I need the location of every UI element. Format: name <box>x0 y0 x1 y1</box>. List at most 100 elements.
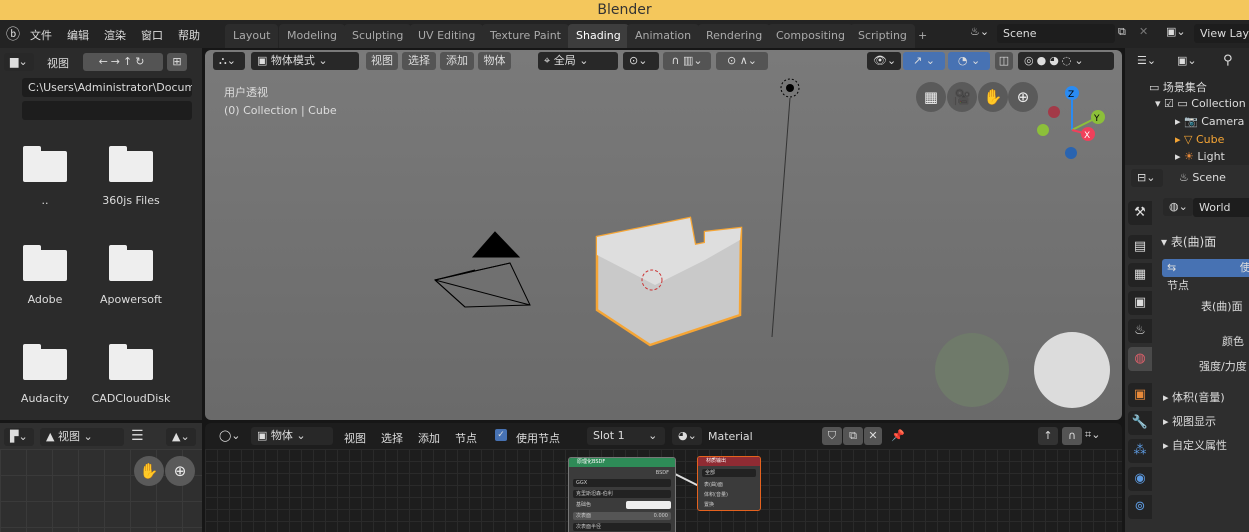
menu-select[interactable]: 选择 <box>402 52 436 70</box>
custom-properties-panel-header[interactable]: ▸ 自定义属性 <box>1163 437 1227 453</box>
menu-window[interactable]: 窗口 <box>141 27 163 43</box>
gizmo-z-label[interactable]: Z <box>1068 90 1074 100</box>
gizmo-toggle[interactable]: ↗ ⌄ <box>903 52 945 70</box>
folder-item[interactable]: Audacity <box>0 344 90 405</box>
outliner-item-light[interactable]: ▸ ☀ Light <box>1175 150 1225 163</box>
mode-dropdown[interactable]: ▣ 物体模式 ⌄ <box>251 52 359 70</box>
zoom-icon[interactable]: ⊕ <box>1008 82 1038 112</box>
base-color-swatch[interactable] <box>626 501 671 509</box>
folder-parent[interactable]: .. <box>0 146 90 207</box>
menu-object[interactable]: 物体 <box>478 52 511 70</box>
outliner-item-cube[interactable]: ▸ ▽ Cube <box>1175 133 1224 146</box>
distribution-dropdown[interactable]: GGX <box>573 479 671 487</box>
tab-modeling[interactable]: Modeling <box>279 24 346 48</box>
physics-tab-icon[interactable]: ◉ <box>1128 467 1152 491</box>
nav-buttons[interactable]: ←→↑↻ <box>83 53 163 71</box>
folder-item[interactable]: CADCloudDisk <box>86 344 176 405</box>
path-field[interactable]: C:\Users\Administrator\Docum.. <box>22 78 192 97</box>
add-workspace-button[interactable]: + <box>910 24 935 48</box>
pan-hand-icon[interactable]: ✋ <box>978 82 1008 112</box>
delete-scene-icon[interactable]: ✕ <box>1139 25 1148 38</box>
object-tab-icon[interactable]: ▣ <box>1128 383 1152 407</box>
menu-file[interactable]: 文件 <box>30 27 52 43</box>
subsurface-radius-dropdown[interactable]: 次表面半径 <box>573 523 671 531</box>
gizmo-y-label[interactable]: Y <box>1093 114 1100 124</box>
zoom-icon[interactable]: ⊕ <box>165 456 195 486</box>
principled-bsdf-node[interactable]: 原理化BSDF BSDF GGX 克里斯坦森-伯利 基础色 次表面 0.000 次… <box>568 457 676 532</box>
subsurface-method-dropdown[interactable]: 克里斯坦森-伯利 <box>573 490 671 498</box>
menu-view[interactable]: 视图 <box>366 52 398 70</box>
3d-viewport[interactable]: Z YX ⛬⌄ ▣ 物体模式 ⌄ 视图 选择 添加 物体 ⌖ 全局 ⌄ ⊙⌄ ∩ … <box>205 50 1122 420</box>
world-tab-icon[interactable]: ◍ <box>1128 347 1152 371</box>
world-browse-icon[interactable]: ◍⌄ <box>1163 198 1193 216</box>
surface-panel-header[interactable]: ▾ 表(曲)面 <box>1161 233 1216 250</box>
tool-tab-icon[interactable]: ⚒ <box>1128 201 1152 225</box>
folder-item[interactable]: 360js Files <box>86 146 176 207</box>
tab-compositing[interactable]: Compositing <box>768 24 853 48</box>
view-layer-tab-icon[interactable]: ▣ <box>1128 291 1152 315</box>
scene-icon[interactable]: ♨⌄ <box>970 25 989 38</box>
menu-help[interactable]: 帮助 <box>178 27 200 43</box>
menu-icon[interactable]: ☰ <box>131 428 144 444</box>
gizmo-x-label[interactable]: X <box>1084 131 1090 141</box>
display-mode-icon[interactable]: ▣⌄ <box>1171 52 1203 70</box>
pan-hand-icon[interactable]: ✋ <box>134 456 164 486</box>
ortho-toggle-icon[interactable]: ▦ <box>916 82 946 112</box>
volume-panel-header[interactable]: ▸ 体积(音量) <box>1163 389 1225 405</box>
base-color-row[interactable]: 基础色 <box>573 501 671 509</box>
new-scene-icon[interactable]: ⧉ <box>1118 25 1126 39</box>
editor-type-icon[interactable]: ⊟⌄ <box>1131 169 1163 187</box>
tab-rendering[interactable]: Rendering <box>698 24 771 48</box>
orientation-dropdown[interactable]: ⌖ 全局 ⌄ <box>538 52 618 70</box>
outliner-item-collection[interactable]: ▾ ☑ ▭ Collection <box>1155 97 1246 110</box>
editor-type-icon[interactable]: ☰⌄ <box>1131 52 1163 70</box>
snap-toggle[interactable]: ∩ ▥⌄ <box>663 52 711 70</box>
pivot-dropdown[interactable]: ⊙⌄ <box>623 52 659 70</box>
tab-sculpting[interactable]: Sculpting <box>344 24 412 48</box>
output-target-dropdown[interactable]: 全部 <box>702 469 756 477</box>
particles-tab-icon[interactable]: ⁂ <box>1128 439 1152 463</box>
viewport-display-panel-header[interactable]: ▸ 视图显示 <box>1163 413 1216 429</box>
shader-node-editor[interactable]: ◯⌄ ▣ 物体 ⌄ 视图 选择 添加 节点 ✓ 使用节点 Slot 1 ⌄ ◕⌄… <box>205 423 1122 532</box>
view-menu[interactable]: 视图 <box>47 55 69 71</box>
tab-shading[interactable]: Shading <box>568 24 629 48</box>
view-layer-icon[interactable]: ▣⌄ <box>1166 25 1186 38</box>
overlay-toggle[interactable]: ◔ ⌄ <box>948 52 990 70</box>
tab-uv-editing[interactable]: UV Editing <box>410 24 484 48</box>
material-output-node[interactable]: 材质输出 全部 表(曲)面 体积(音量) 置换 <box>697 456 761 511</box>
world-field[interactable]: World <box>1193 198 1249 217</box>
constraints-tab-icon[interactable]: ⊚ <box>1128 495 1152 519</box>
view-dropdown[interactable]: ▲ 视图 ⌄ <box>40 428 124 446</box>
tab-texture-paint[interactable]: Texture Paint <box>482 24 569 48</box>
editor-type-icon[interactable]: ▛⌄ <box>4 428 34 446</box>
modifier-tab-icon[interactable]: 🔧 <box>1128 411 1152 435</box>
search-icon[interactable]: ⚲ <box>1223 53 1233 68</box>
filename-field[interactable] <box>22 101 192 120</box>
menu-render[interactable]: 渲染 <box>104 27 126 43</box>
proportional-edit[interactable]: ⊙ ∧⌄ <box>716 52 768 70</box>
output-tab-icon[interactable]: ▦ <box>1128 263 1152 287</box>
menu-edit[interactable]: 编辑 <box>67 27 89 43</box>
tab-animation[interactable]: Animation <box>627 24 700 48</box>
subsurface-slider[interactable]: 次表面 0.000 <box>573 512 671 520</box>
shading-modes[interactable]: ◎●◕◌⌄ <box>1018 52 1114 70</box>
editor-type-icon[interactable]: ▆⌄ <box>4 53 34 71</box>
outliner-item-camera[interactable]: ▸ 📷 Camera <box>1175 115 1244 128</box>
render-tab-icon[interactable]: ▤ <box>1128 235 1152 259</box>
folder-item[interactable]: Apowersoft <box>86 245 176 306</box>
xray-toggle[interactable]: ◫ <box>995 52 1013 70</box>
view-layer-field[interactable]: View Layer <box>1194 24 1249 43</box>
menu-add[interactable]: 添加 <box>440 52 474 70</box>
new-folder-icon[interactable]: ⊞ <box>167 53 187 71</box>
outliner-item-scene-collection[interactable]: ▭ 场景集合 <box>1149 79 1207 95</box>
blender-logo-icon[interactable]: ⓑ <box>6 24 20 44</box>
visibility-dropdown[interactable]: 👁⌄ <box>867 52 901 70</box>
image-browse-icon[interactable]: ▲⌄ <box>166 428 196 446</box>
editor-type-icon[interactable]: ⛬⌄ <box>213 52 245 70</box>
scene-field[interactable]: Scene <box>997 24 1115 43</box>
scene-tab-icon[interactable]: ♨ <box>1128 319 1152 343</box>
use-nodes-button[interactable]: ⇆ 使用节点 <box>1162 259 1249 292</box>
folder-item[interactable]: Adobe <box>0 245 90 306</box>
tab-layout[interactable]: Layout <box>225 24 279 48</box>
camera-view-icon[interactable]: 🎥 <box>947 82 977 112</box>
